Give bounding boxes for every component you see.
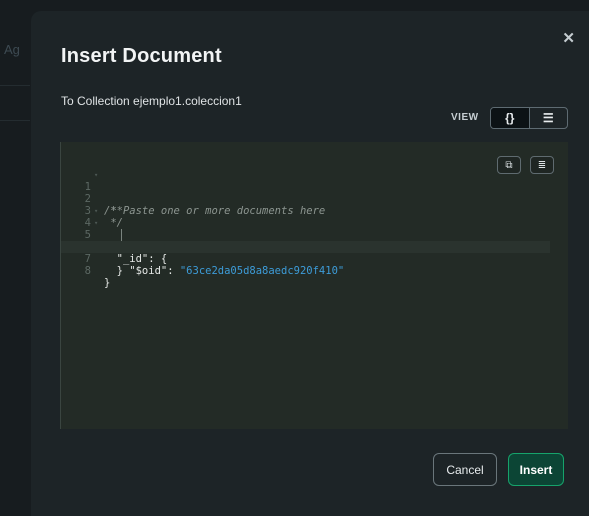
code-line: 6 "$oid": "63ce2da05d8a8aedc920f410" [61, 229, 569, 277]
cancel-button[interactable]: Cancel [433, 453, 497, 486]
view-label: VIEW [451, 112, 479, 123]
insert-button[interactable]: Insert [508, 453, 564, 486]
insert-document-modal: ✕ Insert Document To Collection ejemplo1… [31, 11, 589, 516]
background-partial-text: Ag [4, 42, 20, 57]
background-divider [0, 120, 30, 121]
fold-arrow-icon[interactable]: ▾ [94, 205, 98, 217]
code-line: 8 } [61, 253, 569, 289]
json-editor[interactable]: ⧉ ≣ 1 ▾ /** 2 * Paste one or more docume… [60, 142, 568, 429]
code-text: } [104, 277, 111, 289]
fold-arrow-icon[interactable]: ▾ [94, 217, 98, 229]
list-icon: ☰ [542, 111, 554, 125]
json-view-button[interactable]: {} [491, 108, 529, 128]
close-icon[interactable]: ✕ [562, 31, 575, 46]
background-divider [0, 85, 30, 86]
modal-title: Insert Document [61, 45, 222, 67]
view-toggle: {} ☰ [490, 107, 568, 129]
json-string-value: "63ce2da05d8a8aedc920f410" [179, 265, 345, 277]
list-view-button[interactable]: ☰ [528, 108, 568, 128]
line-number: 8 [84, 265, 91, 277]
code-line: 3 */ [61, 193, 569, 229]
code-line: 5 ▾ "_id": { [61, 217, 569, 265]
code-area[interactable]: 1 ▾ /** 2 * Paste one or more documents … [61, 169, 569, 289]
code-line: 2 * Paste one or more documents here [61, 181, 569, 217]
braces-icon: {} [505, 111, 515, 125]
code-line-active: 7 } [61, 241, 550, 277]
code-line: 1 ▾ /** [61, 169, 569, 217]
indent-guide [121, 229, 122, 241]
code-line: 4 ▾ { [61, 205, 569, 253]
code-text: "$oid": "63ce2da05d8a8aedc920f410" [104, 265, 344, 277]
modal-subtitle: To Collection ejemplo1.coleccion1 [61, 94, 242, 108]
fold-arrow-icon[interactable]: ▾ [94, 169, 98, 181]
